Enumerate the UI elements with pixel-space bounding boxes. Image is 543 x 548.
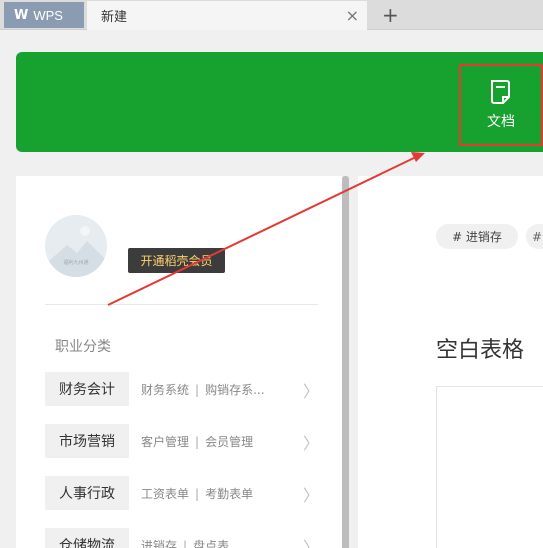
annotation-arrow-icon xyxy=(107,152,425,306)
